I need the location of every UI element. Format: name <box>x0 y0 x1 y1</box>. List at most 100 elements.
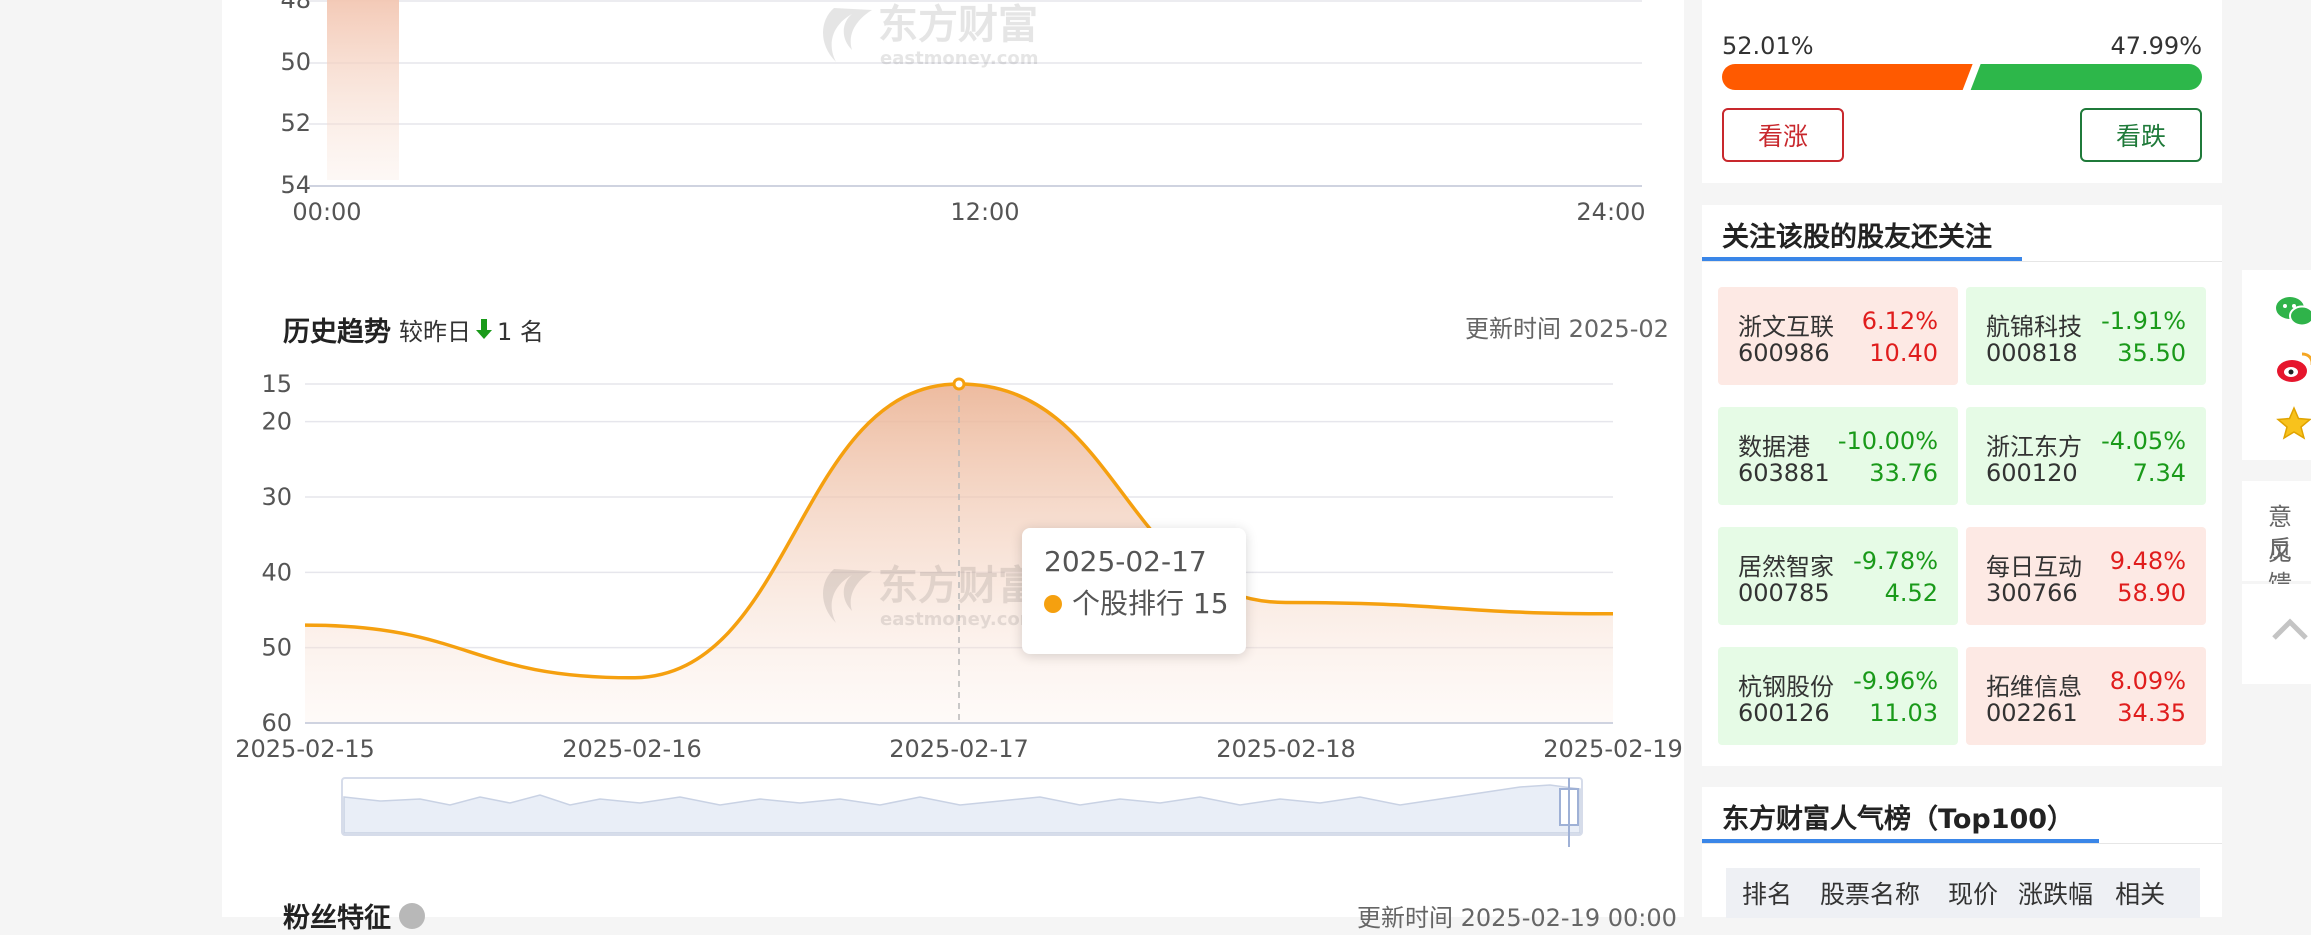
tile-top-row: 数据港 -10.00% <box>1738 427 1938 462</box>
bull-button[interactable]: 看涨 <box>1722 108 1844 162</box>
feedback-button[interactable]: 意见 反馈 <box>2242 481 2311 598</box>
history-header: 历史趋势 较昨日 1 名 <box>283 309 544 349</box>
history-x-tick: 2025-02-16 <box>562 735 701 763</box>
intraday-y-tick: 48 <box>280 0 311 14</box>
stock-name: 航锦科技 <box>1986 313 2082 341</box>
stock-name: 居然智家 <box>1738 553 1834 581</box>
tile-top-row: 航锦科技 -1.91% <box>1986 307 2186 342</box>
stock-name: 数据港 <box>1738 433 1810 461</box>
stock-change: -9.78% <box>1853 547 1938 575</box>
stock-code: 600986 <box>1738 339 1830 367</box>
tile-top-row: 浙文互联 6.12% <box>1738 307 1938 342</box>
history-y-tick: 40 <box>261 558 292 586</box>
intraday-x-tick: 24:00 <box>1576 198 1645 226</box>
popularity-table-header: 排名 股票名称 现价 涨跌幅 相关 <box>1726 868 2200 918</box>
sentiment-ratio-bar <box>1722 64 2202 90</box>
related-title: 关注该股的股友还关注 <box>1722 222 1992 253</box>
history-y-tick: 60 <box>261 709 292 737</box>
bull-percent: 52.01% <box>1722 32 1814 60</box>
share-float-bar <box>2242 270 2311 460</box>
history-update-time: 更新时间 2025-02 <box>1465 315 1669 343</box>
column-header-name: 股票名称 <box>1820 880 1921 909</box>
history-y-tick: 20 <box>261 408 292 436</box>
stock-code: 600126 <box>1738 699 1830 727</box>
related-stock-tile[interactable]: 每日互动 9.48% 300766 58.90 <box>1966 527 2206 625</box>
stock-price: 34.35 <box>2117 699 2186 727</box>
stock-code: 000785 <box>1738 579 1830 607</box>
stock-name: 浙文互联 <box>1738 313 1834 341</box>
stock-code: 000818 <box>1986 339 2078 367</box>
history-x-ticks: 2025-02-15 2025-02-16 2025-02-17 2025-02-18… <box>235 735 1682 763</box>
chevron-up-icon <box>2272 618 2308 640</box>
column-header-rank: 排名 <box>1742 880 1793 909</box>
history-x-tick: 2025-02-15 <box>235 735 374 763</box>
tile-top-row: 浙江东方 -4.05% <box>1986 427 2186 462</box>
stock-price: 10.40 <box>1869 339 1938 367</box>
history-y-tick: 15 <box>261 370 292 398</box>
stock-code: 300766 <box>1986 579 2078 607</box>
column-header-related: 相关 <box>2115 880 2166 909</box>
help-icon[interactable] <box>399 902 425 929</box>
tooltip-date: 2025-02-17 <box>1044 545 1207 578</box>
tile-top-row: 居然智家 -9.78% <box>1738 547 1938 582</box>
tile-bottom-row: 300766 58.90 <box>1986 579 2186 607</box>
fans-title: 粉丝特征 <box>283 896 425 935</box>
stock-price: 35.50 <box>2117 339 2186 367</box>
bull-ratio-segment <box>1722 64 1973 90</box>
related-stocks-card: 关注该股的股友还关注 浙文互联 6.12% 600986 10.40 航锦科技 -1.91… <box>1702 205 2222 766</box>
stock-price: 33.76 <box>1869 459 1938 487</box>
right-column: 52.01% 47.99% 看涨 看跌 关注该股的股友还关注 浙文互联 6.12%… <box>1702 0 2222 918</box>
history-compare-value: 1 名 <box>497 317 544 346</box>
watermark-brand-en: eastmoney.com <box>880 48 1039 69</box>
tile-top-row: 拓维信息 8.09% <box>1986 667 2186 702</box>
column-header-price: 现价 <box>1948 880 1999 909</box>
stock-price: 7.34 <box>2132 459 2186 487</box>
wechat-icon[interactable] <box>2275 294 2311 330</box>
tile-bottom-row: 000785 4.52 <box>1738 579 1938 607</box>
tooltip-series-row: 个股排行 15 <box>1044 584 1246 624</box>
stock-name: 拓维信息 <box>1986 673 2082 701</box>
intraday-y-tick: 52 <box>280 109 311 137</box>
history-x-tick: 2025-02-18 <box>1216 735 1355 763</box>
intraday-rank-bar <box>327 0 399 180</box>
related-stock-tile[interactable]: 居然智家 -9.78% 000785 4.52 <box>1718 527 1958 625</box>
related-stock-tile[interactable]: 拓维信息 8.09% 002261 34.35 <box>1966 647 2206 745</box>
history-highlight-point[interactable] <box>952 377 966 391</box>
history-y-tick: 30 <box>261 483 292 511</box>
history-zoom-slider[interactable] <box>340 775 1590 851</box>
history-trend-chart: 152030405060 东方财富 eastmoney.com 2025-02-… <box>235 370 1682 763</box>
weibo-icon[interactable] <box>2275 350 2311 384</box>
tile-bottom-row: 603881 33.76 <box>1738 459 1938 487</box>
history-x-tick: 2025-02-17 <box>889 735 1028 763</box>
related-stock-tile[interactable]: 浙江东方 -4.05% 600120 7.34 <box>1966 407 2206 505</box>
tile-bottom-row: 600126 11.03 <box>1738 699 1938 727</box>
column-header-change: 涨跌幅 <box>2018 880 2094 909</box>
favorite-star-icon[interactable] <box>2276 406 2311 440</box>
stock-price: 4.52 <box>1884 579 1938 607</box>
tile-bottom-row: 002261 34.35 <box>1986 699 2186 727</box>
stock-name: 每日互动 <box>1986 553 2082 581</box>
stock-name: 浙江东方 <box>1986 433 2082 461</box>
tile-top-row: 杭钢股份 -9.96% <box>1738 667 1938 702</box>
watermark-brand-cn: 东方财富 <box>878 2 1038 48</box>
stock-change: -9.96% <box>1853 667 1938 695</box>
back-to-top-button[interactable] <box>2242 584 2311 684</box>
history-tooltip: 2025-02-17 个股排行 15 <box>1022 528 1246 654</box>
history-compare-prefix: 较昨日 <box>399 317 471 346</box>
related-stock-tile[interactable]: 航锦科技 -1.91% 000818 35.50 <box>1966 287 2206 385</box>
stock-price: 58.90 <box>2117 579 2186 607</box>
related-stock-tile[interactable]: 杭钢股份 -9.96% 600126 11.03 <box>1718 647 1958 745</box>
related-stock-tile[interactable]: 数据港 -10.00% 603881 33.76 <box>1718 407 1958 505</box>
bear-button[interactable]: 看跌 <box>2080 108 2202 162</box>
stock-change: 6.12% <box>1861 307 1938 335</box>
related-stock-tile[interactable]: 浙文互联 6.12% 600986 10.40 <box>1718 287 1958 385</box>
bear-percent: 47.99% <box>2110 32 2202 60</box>
tile-bottom-row: 600120 7.34 <box>1986 459 2186 487</box>
intraday-y-tick: 54 <box>280 171 311 199</box>
watermark-brand-cn: 东方财富 <box>878 563 1038 609</box>
tile-bottom-row: 600986 10.40 <box>1738 339 1938 367</box>
intraday-x-tick: 12:00 <box>950 198 1019 226</box>
watermark-top: 东方财富 eastmoney.com <box>823 2 1039 69</box>
history-y-ticks: 15 20 30 40 50 60 <box>261 370 292 737</box>
tooltip-series-value: 个股排行 15 <box>1072 587 1229 620</box>
